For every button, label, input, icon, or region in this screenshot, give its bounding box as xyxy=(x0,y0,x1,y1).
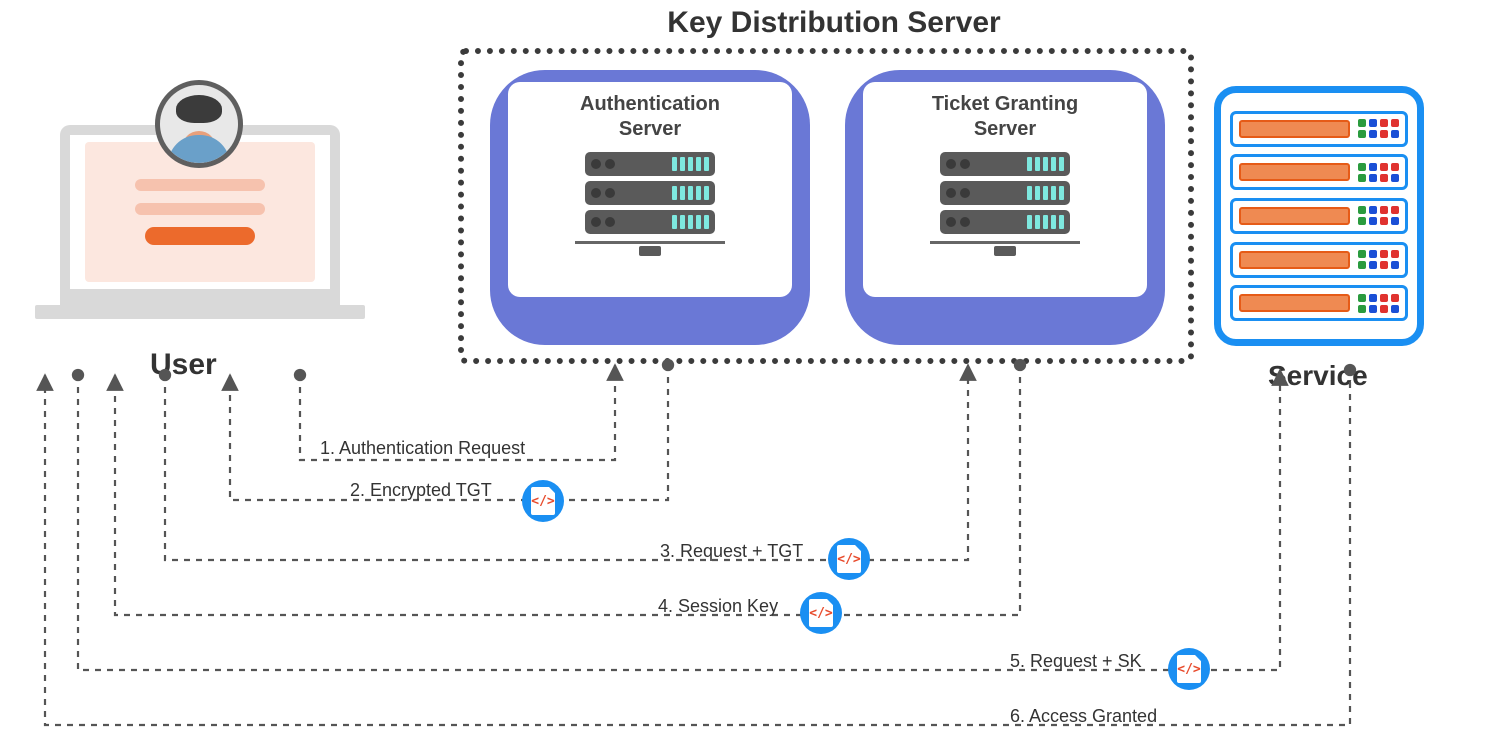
flow-6-label: 6. Access Granted xyxy=(1010,706,1157,727)
service-unit xyxy=(1230,242,1408,278)
user-avatar-icon xyxy=(155,80,243,168)
service-unit xyxy=(1230,285,1408,321)
flow-2-label: 2. Encrypted TGT xyxy=(350,480,492,501)
service-unit xyxy=(1230,111,1408,147)
kdc-title: Key Distribution Server xyxy=(614,6,1054,40)
flow-4-label: 4. Session Key xyxy=(658,596,778,617)
service-unit xyxy=(1230,154,1408,190)
server-rack-icon xyxy=(575,152,725,256)
auth-server-title: Authentication Server xyxy=(580,92,720,142)
tgs-server: Ticket Granting Server xyxy=(845,70,1165,345)
server-rack-icon xyxy=(930,152,1080,256)
service-unit xyxy=(1230,198,1408,234)
tgs-server-title: Ticket Granting Server xyxy=(932,92,1078,142)
flow-1-label: 1. Authentication Request xyxy=(320,438,525,459)
ticket-icon: </> xyxy=(800,592,842,634)
flow-3-label: 3. Request + TGT xyxy=(660,541,803,562)
service-server xyxy=(1214,86,1424,346)
ticket-icon: </> xyxy=(828,538,870,580)
ticket-icon: </> xyxy=(522,480,564,522)
service-label: Service xyxy=(1268,360,1368,392)
user-label: User xyxy=(150,348,217,382)
flow-5-label: 5. Request + SK xyxy=(1010,651,1142,672)
ticket-icon: </> xyxy=(1168,648,1210,690)
auth-server: Authentication Server xyxy=(490,70,810,345)
